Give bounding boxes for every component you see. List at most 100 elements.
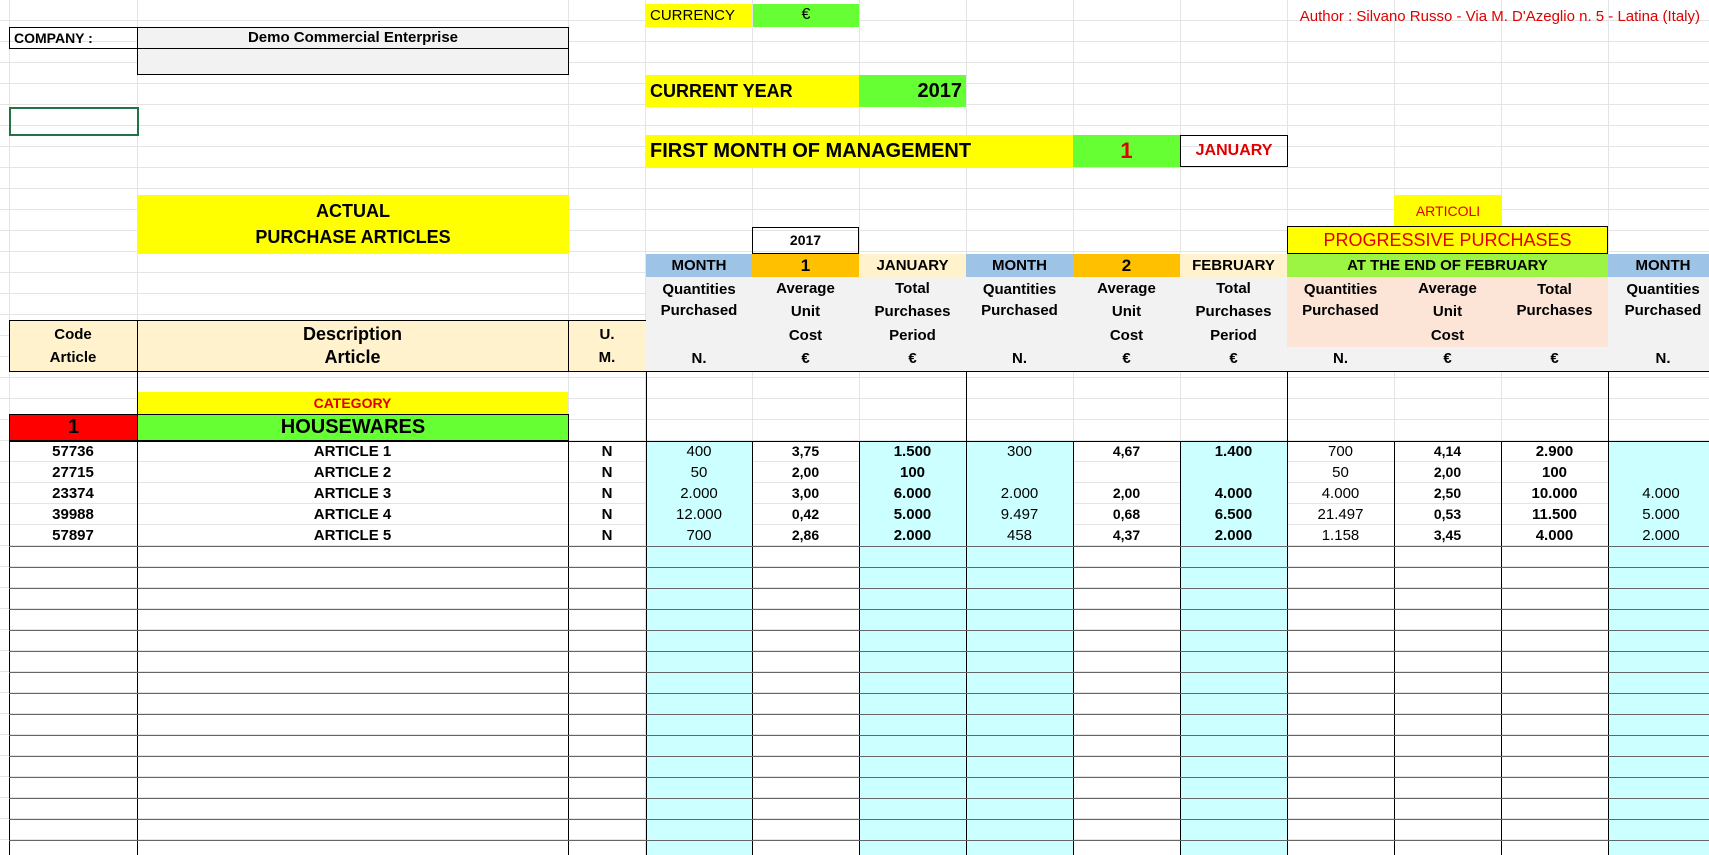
first-month-label: FIRST MONTH OF MANAGEMENT bbox=[646, 135, 1073, 167]
row-total-progressive: 11.500 bbox=[1531, 505, 1578, 523]
row-total-m1[interactable]: 2.000 bbox=[859, 525, 966, 546]
row-qty-m3[interactable] bbox=[1608, 441, 1709, 462]
currency-symbol[interactable]: € bbox=[753, 4, 859, 27]
row-description[interactable]: ARTICLE 3 bbox=[137, 483, 568, 504]
company-name[interactable]: Demo Commercial Enterprise bbox=[137, 27, 569, 49]
month1-number[interactable]: 1 bbox=[752, 254, 859, 277]
header-unit-measure: U. M. bbox=[568, 321, 646, 371]
row-avg-m2: 0,68 bbox=[1112, 506, 1141, 523]
row-avg-m2: 4,67 bbox=[1112, 443, 1141, 460]
row-qty-progressive: 50 bbox=[1332, 463, 1349, 481]
unit-m3-qty: N. bbox=[1608, 347, 1709, 371]
unit-m1-qty: N. bbox=[646, 347, 752, 371]
header-qty-m2: Quantities Purchased bbox=[966, 277, 1073, 347]
progressive-label: PROGRESSIVE PURCHASES bbox=[1287, 226, 1608, 254]
spreadsheet-grid[interactable]: COMPANY : Demo Commercial Enterprise CUR… bbox=[0, 0, 1709, 855]
header-avg-m2: Average Unit Cost bbox=[1073, 277, 1180, 347]
row-total-m2[interactable]: 2.000 bbox=[1180, 525, 1287, 546]
row-total-m2[interactable] bbox=[1180, 462, 1287, 483]
unit-prog-qty: N. bbox=[1287, 347, 1394, 371]
row-avg-m1: 3,75 bbox=[791, 443, 820, 460]
row-total-m1[interactable]: 100 bbox=[859, 462, 966, 483]
header-qty-m1: Quantities Purchased bbox=[646, 277, 752, 347]
first-month-number[interactable]: 1 bbox=[1073, 135, 1180, 167]
header-qty-progressive: Quantities Purchased bbox=[1287, 277, 1394, 347]
row-qty-m1[interactable]: 2.000 bbox=[646, 483, 752, 504]
unit-m2-avg: € bbox=[1073, 347, 1180, 371]
unit-prog-avg: € bbox=[1394, 347, 1501, 371]
sheet-title: ACTUAL PURCHASE ARTICLES bbox=[137, 195, 569, 254]
current-year-value[interactable]: 2017 bbox=[859, 75, 966, 107]
row-total-m1[interactable]: 5.000 bbox=[859, 504, 966, 525]
month3-word: MONTH bbox=[1608, 254, 1709, 277]
row-code[interactable]: 57897 bbox=[9, 525, 137, 546]
row-qty-m2[interactable]: 2.000 bbox=[966, 483, 1073, 504]
header-code-article: Code Article bbox=[9, 321, 137, 371]
header-total-m1: Total Purchases Period bbox=[859, 277, 966, 347]
month1-word: MONTH bbox=[646, 254, 752, 277]
row-unit[interactable]: N bbox=[568, 525, 646, 546]
unit-m2-total: € bbox=[1180, 347, 1287, 371]
row-unit[interactable]: N bbox=[568, 441, 646, 462]
month2-name: FEBRUARY bbox=[1180, 254, 1287, 277]
progressive-subtitle: AT THE END OF FEBRUARY bbox=[1287, 254, 1608, 277]
year-small: 2017 bbox=[752, 227, 859, 254]
selected-cell[interactable] bbox=[9, 107, 139, 136]
row-qty-m3[interactable]: 2.000 bbox=[1608, 525, 1709, 546]
row-avg-progressive: 0,53 bbox=[1433, 506, 1462, 523]
row-qty-m1[interactable]: 50 bbox=[646, 462, 752, 483]
row-code[interactable]: 57736 bbox=[9, 441, 137, 462]
header-avg-progressive: Average Unit Cost bbox=[1394, 277, 1501, 347]
row-qty-m1[interactable]: 400 bbox=[646, 441, 752, 462]
row-code[interactable]: 39988 bbox=[9, 504, 137, 525]
row-qty-m2[interactable]: 300 bbox=[966, 441, 1073, 462]
articoli-label: ARTICOLI bbox=[1394, 195, 1502, 227]
header-qty-m3: Quantities Purchased bbox=[1608, 277, 1709, 347]
row-description[interactable]: ARTICLE 2 bbox=[137, 462, 568, 483]
header-total-m2: Total Purchases Period bbox=[1180, 277, 1287, 347]
row-description[interactable]: ARTICLE 4 bbox=[137, 504, 568, 525]
row-unit[interactable]: N bbox=[568, 462, 646, 483]
row-total-m2[interactable]: 4.000 bbox=[1180, 483, 1287, 504]
row-qty-m2[interactable]: 458 bbox=[966, 525, 1073, 546]
row-unit[interactable]: N bbox=[568, 504, 646, 525]
row-avg-progressive: 3,45 bbox=[1433, 527, 1462, 544]
row-qty-m3[interactable]: 4.000 bbox=[1608, 483, 1709, 504]
category-name[interactable]: HOUSEWARES bbox=[137, 414, 569, 441]
row-avg-m2: 2,00 bbox=[1112, 485, 1141, 502]
header-total-progressive: Total Purchases bbox=[1501, 277, 1608, 347]
row-avg-m1: 3,00 bbox=[791, 485, 820, 502]
row-total-progressive: 4.000 bbox=[1535, 526, 1574, 544]
row-qty-m1[interactable]: 700 bbox=[646, 525, 752, 546]
row-qty-m1[interactable]: 12.000 bbox=[646, 504, 752, 525]
row-avg-m1: 2,00 bbox=[791, 464, 820, 481]
row-total-m2[interactable]: 1.400 bbox=[1180, 441, 1287, 462]
row-qty-m2[interactable] bbox=[966, 462, 1073, 483]
row-unit[interactable]: N bbox=[568, 483, 646, 504]
month2-word: MONTH bbox=[966, 254, 1073, 277]
month2-number[interactable]: 2 bbox=[1073, 254, 1180, 277]
author-note: Author : Silvano Russo - Via M. D'Azegli… bbox=[1299, 7, 1700, 25]
row-qty-progressive: 700 bbox=[1327, 442, 1354, 460]
row-qty-m2[interactable]: 9.497 bbox=[966, 504, 1073, 525]
row-qty-m3[interactable]: 5.000 bbox=[1608, 504, 1709, 525]
current-year-label: CURRENT YEAR bbox=[646, 75, 859, 107]
row-description[interactable]: ARTICLE 1 bbox=[137, 441, 568, 462]
row-total-m1[interactable]: 6.000 bbox=[859, 483, 966, 504]
company-label: COMPANY : bbox=[9, 27, 138, 49]
row-qty-m3[interactable] bbox=[1608, 462, 1709, 483]
row-avg-m1: 0,42 bbox=[791, 506, 820, 523]
row-description[interactable]: ARTICLE 5 bbox=[137, 525, 568, 546]
row-code[interactable]: 27715 bbox=[9, 462, 137, 483]
row-total-progressive: 100 bbox=[1541, 463, 1568, 481]
row-qty-progressive: 1.158 bbox=[1321, 526, 1360, 544]
row-qty-progressive: 4.000 bbox=[1321, 484, 1360, 502]
row-total-m2[interactable]: 6.500 bbox=[1180, 504, 1287, 525]
unit-m1-total: € bbox=[859, 347, 966, 371]
currency-label: CURRENCY bbox=[646, 4, 752, 27]
category-number[interactable]: 1 bbox=[9, 414, 138, 441]
row-total-m1[interactable]: 1.500 bbox=[859, 441, 966, 462]
company-name-extra[interactable] bbox=[137, 48, 569, 75]
row-code[interactable]: 23374 bbox=[9, 483, 137, 504]
row-total-progressive: 10.000 bbox=[1531, 484, 1578, 502]
